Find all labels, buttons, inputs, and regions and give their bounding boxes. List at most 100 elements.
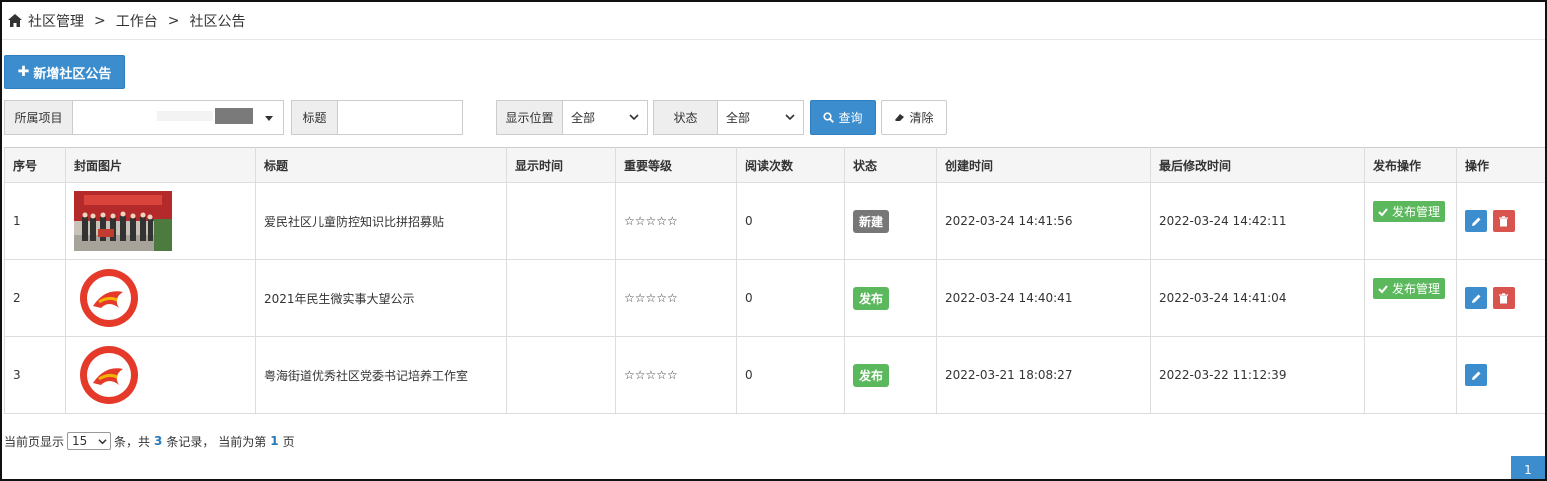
row-title: 粤海街道优秀社区党委书记培养工作室	[255, 336, 507, 414]
breadcrumb-item-community-management[interactable]: 社区管理	[28, 11, 84, 31]
cover-cell	[65, 182, 256, 260]
publish-manage-button[interactable]: 发布管理	[1373, 201, 1446, 222]
pencil-icon	[1471, 371, 1480, 380]
status-badge: 发布	[853, 286, 890, 310]
column-header: 状态	[844, 147, 937, 183]
row-modified: 2022-03-22 11:12:39	[1150, 336, 1365, 414]
row-importance: ☆☆☆☆☆	[615, 182, 737, 260]
pencil-icon	[1471, 217, 1480, 226]
row-display-time	[506, 259, 616, 337]
chevron-down-icon	[629, 114, 639, 121]
plus-icon: ✚	[17, 64, 30, 80]
column-header: 封面图片	[65, 147, 256, 183]
row-publish-cell	[1364, 336, 1457, 414]
column-header: 显示时间	[506, 147, 616, 183]
clear-label: 清除	[909, 111, 934, 125]
row-actions-cell	[1456, 259, 1545, 337]
redacted-area	[215, 108, 253, 124]
publish-manage-label: 发布管理	[1392, 205, 1441, 219]
check-icon	[1378, 284, 1388, 293]
edit-button[interactable]	[1465, 364, 1487, 386]
delete-button[interactable]	[1492, 287, 1515, 309]
column-header: 操作	[1456, 147, 1545, 183]
column-header: 序号	[4, 147, 66, 183]
row-reads: 0	[736, 259, 845, 337]
chevron-down-icon	[785, 114, 795, 121]
add-announcement-button[interactable]: ✚ 新增社区公告	[4, 55, 125, 89]
status-badge: 发布	[853, 363, 890, 387]
status-badge: 新建	[853, 209, 890, 233]
search-icon	[823, 112, 835, 123]
cover-logo-image[interactable]	[79, 345, 139, 405]
breadcrumb-separator: >	[167, 12, 180, 29]
row-actions-cell	[1456, 182, 1545, 260]
cover-cell	[65, 336, 256, 414]
cover-photo-image[interactable]	[74, 191, 172, 251]
row-importance: ☆☆☆☆☆	[615, 259, 737, 337]
row-modified: 2022-03-24 14:41:04	[1150, 259, 1365, 337]
project-select[interactable]	[72, 100, 284, 135]
pager-prefix: 当前页显示	[4, 434, 65, 449]
title-filter: 标题	[291, 100, 463, 135]
row-title: 爱民社区儿童防控知识比拼招募贴	[255, 182, 507, 260]
row-index: 2	[4, 259, 66, 337]
publish-manage-button[interactable]: 发布管理	[1373, 278, 1446, 299]
trash-icon	[1499, 292, 1509, 303]
page-button-1[interactable]: 1	[1511, 456, 1545, 479]
column-header: 发布操作	[1364, 147, 1457, 183]
page-frame: 社区管理 > 工作台 > 社区公告 ✚ 新增社区公告 所属项目 标题 显示位置 …	[0, 0, 1547, 481]
display-filter: 显示位置 全部	[496, 100, 648, 135]
home-icon	[8, 14, 22, 27]
edit-button[interactable]	[1465, 210, 1487, 232]
add-announcement-label: 新增社区公告	[33, 66, 112, 82]
table-row: 1 爱民社区儿童防控知识比拼招募贴 ☆☆☆☆☆ 0 新建 2022-03-24 …	[4, 182, 1545, 260]
delete-button[interactable]	[1492, 210, 1515, 232]
column-header: 创建时间	[936, 147, 1151, 183]
row-publish-cell: 发布管理	[1364, 182, 1457, 260]
column-header: 标题	[255, 147, 507, 183]
title-input[interactable]	[337, 100, 463, 135]
row-display-time	[506, 182, 616, 260]
row-status-cell: 新建	[844, 182, 937, 260]
clear-button[interactable]: 清除	[881, 100, 947, 135]
table-row: 3 粤海街道优秀社区党委书记培养工作室 ☆☆☆☆☆ 0 发布 2022-03-2…	[4, 336, 1545, 414]
status-filter-label: 状态	[653, 100, 717, 135]
table-header-row: 序号 封面图片 标题 显示时间 重要等级 阅读次数 状态 创建时间 最后修改时间…	[4, 147, 1545, 183]
page-size-select[interactable]: 15	[67, 432, 112, 450]
pager-text: 条记录， 当前为第	[166, 434, 267, 449]
edit-button[interactable]	[1465, 287, 1487, 309]
row-index: 1	[4, 182, 66, 260]
announcement-table: 序号 封面图片 标题 显示时间 重要等级 阅读次数 状态 创建时间 最后修改时间…	[4, 147, 1545, 414]
project-filter-label: 所属项目	[4, 100, 72, 135]
row-actions-cell	[1456, 336, 1545, 414]
column-header: 阅读次数	[736, 147, 845, 183]
pager-suffix: 页	[282, 434, 295, 449]
query-label: 查询	[838, 111, 863, 125]
status-select-value: 全部	[726, 111, 751, 125]
cover-cell	[65, 259, 256, 337]
title-filter-label: 标题	[291, 100, 337, 135]
row-created: 2022-03-21 18:08:27	[936, 336, 1151, 414]
cover-logo-image[interactable]	[79, 268, 139, 328]
query-button[interactable]: 查询	[810, 100, 876, 135]
row-title: 2021年民生微实事大望公示	[255, 259, 507, 337]
pencil-icon	[1471, 294, 1480, 303]
row-display-time	[506, 336, 616, 414]
pager-text: 条，共	[114, 434, 151, 449]
row-publish-cell: 发布管理	[1364, 259, 1457, 337]
trash-icon	[1499, 215, 1509, 226]
status-select[interactable]: 全部	[717, 100, 804, 135]
caret-down-icon	[265, 116, 273, 121]
display-select[interactable]: 全部	[562, 100, 648, 135]
redacted-area	[157, 111, 213, 121]
chevron-down-icon	[98, 439, 107, 445]
page-size-value: 15	[72, 434, 88, 448]
row-created: 2022-03-24 14:40:41	[936, 259, 1151, 337]
row-status-cell: 发布	[844, 259, 937, 337]
table-row: 2 2021年民生微实事大望公示 ☆☆☆☆☆ 0 发布 2022-03-24 1…	[4, 259, 1545, 337]
row-reads: 0	[736, 336, 845, 414]
row-created: 2022-03-24 14:41:56	[936, 182, 1151, 260]
breadcrumb-item-workbench[interactable]: 工作台	[116, 11, 158, 31]
row-status-cell: 发布	[844, 336, 937, 414]
publish-manage-label: 发布管理	[1392, 282, 1441, 296]
